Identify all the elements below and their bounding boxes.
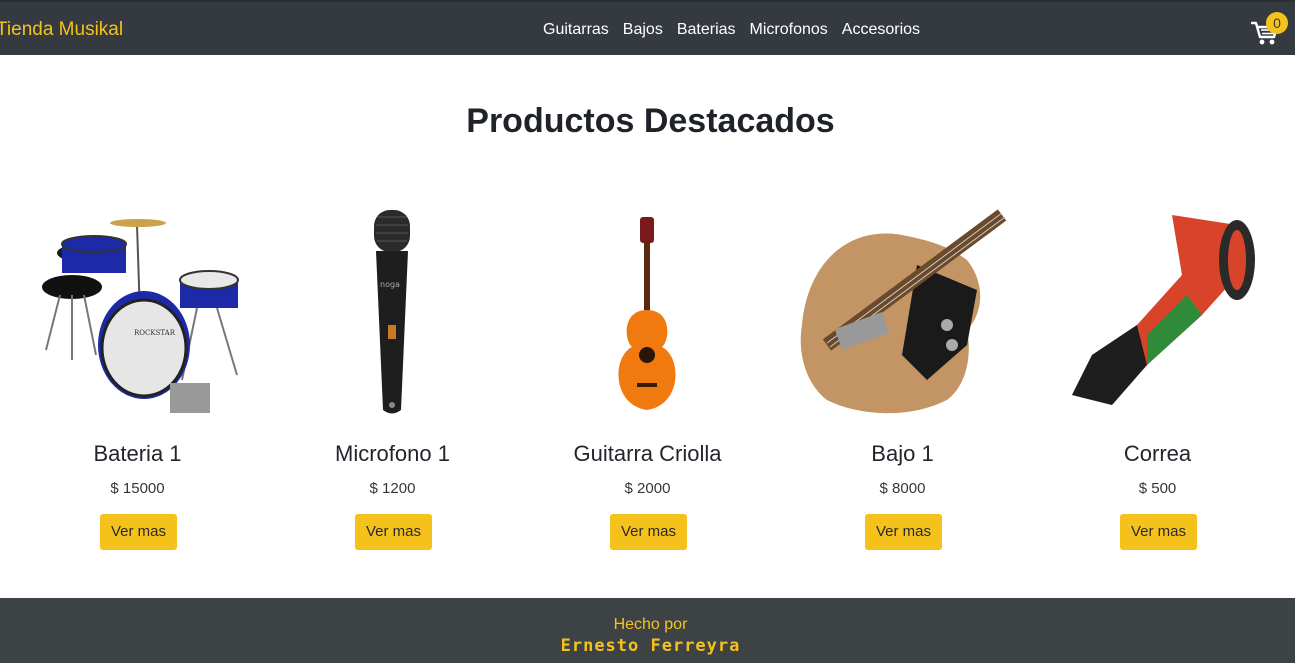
product-card: Correa $ 500 Ver mas [1030,195,1285,555]
nav-link-accesorios[interactable]: Accesorios [842,21,920,39]
footer: Hecho por Ernesto Ferreyra [0,598,1295,663]
page-title: Productos Destacados [466,102,835,140]
ver-mas-button[interactable]: Ver mas [100,514,177,550]
product-price: $ 15000 [110,480,165,497]
product-grid: ROCKSTAR Bateria 1 $ 15000 Ver mas noga … [10,195,1285,555]
classical-guitar-image [618,217,676,410]
product-name: Bajo 1 [871,441,934,466]
nav-link-bajos[interactable]: Bajos [623,21,663,39]
nav-link-guitarras[interactable]: Guitarras [543,21,609,39]
product-price: $ 1200 [369,480,416,497]
product-card: Guitarra Criolla $ 2000 Ver mas [520,195,775,555]
cart-count-badge: 0 [1266,12,1288,34]
navbar: Tienda Musikal Guitarras Bajos Baterias … [0,0,1295,55]
product-price: $ 8000 [879,480,926,497]
footer-author: Ernesto Ferreyra [560,636,741,656]
product-price: $ 500 [1138,480,1177,497]
cart-button[interactable]: 0 [1251,12,1288,48]
product-name: Correa [1123,441,1192,466]
svg-text:noga: noga [380,280,400,289]
nav-link-baterias[interactable]: Baterias [677,21,736,39]
drum-kit-image: ROCKSTAR [42,219,239,413]
product-name: Bateria 1 [93,441,182,466]
ver-mas-button[interactable]: Ver mas [355,514,432,550]
guitar-strap-image [1072,215,1255,405]
ver-mas-button[interactable]: Ver mas [865,514,942,550]
nav-link-microfonos[interactable]: Microfonos [750,21,828,39]
footer-made-by: Hecho por [613,616,688,633]
product-name: Microfono 1 [335,441,450,466]
product-price: $ 2000 [624,480,671,497]
bass-guitar-image [800,209,1007,414]
nav-links: Guitarras Bajos Baterias Microfonos Acce… [543,21,920,39]
brand-logo-link[interactable]: Tienda Musikal [0,19,123,41]
product-name: Guitarra Criolla [573,441,722,466]
product-card: Bajo 1 $ 8000 Ver mas [775,195,1030,555]
microphone-image: noga [374,210,410,414]
svg-text:ROCKSTAR: ROCKSTAR [134,329,176,337]
product-card: ROCKSTAR Bateria 1 $ 15000 Ver mas [10,195,265,555]
product-card: noga Microfono 1 $ 1200 Ver mas [265,195,520,555]
ver-mas-button[interactable]: Ver mas [1120,514,1197,550]
ver-mas-button[interactable]: Ver mas [610,514,687,550]
